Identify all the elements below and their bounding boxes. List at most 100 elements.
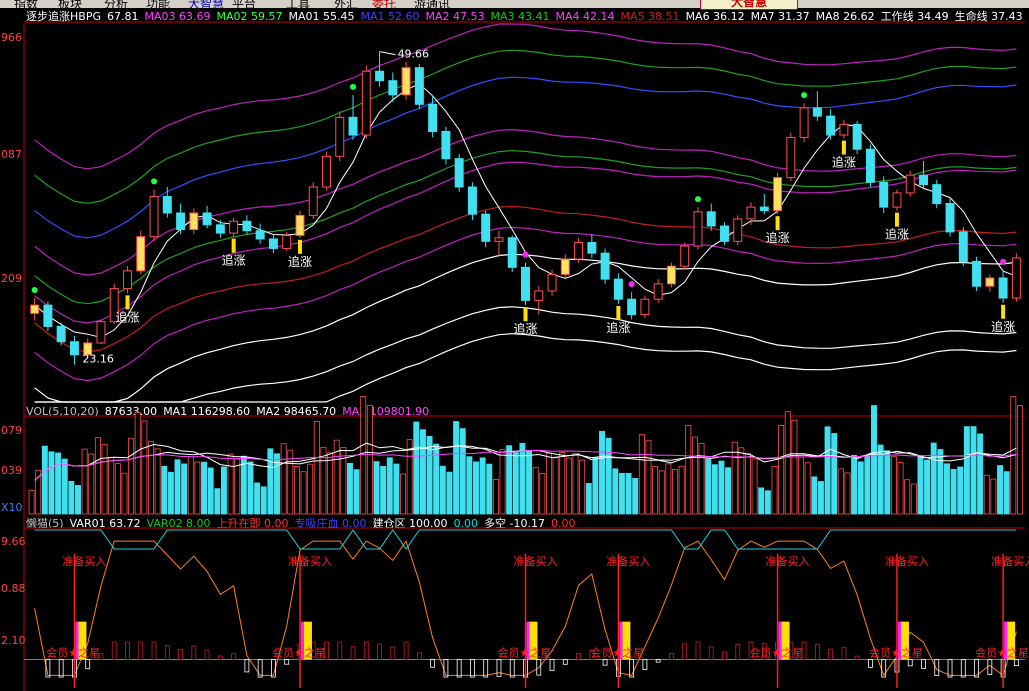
prepare-buy-label: 准备买入 <box>288 554 332 568</box>
volume-bar <box>327 452 334 515</box>
volume-bar <box>970 426 977 515</box>
chase-signal-label: 追涨 <box>116 309 140 324</box>
candle-body <box>733 218 743 242</box>
volume-bar <box>466 456 473 515</box>
volume-bar <box>75 485 81 515</box>
volume-bar <box>459 428 466 515</box>
star-label: 会员★之星 <box>869 645 923 659</box>
candle-body <box>242 220 252 232</box>
chase-signal-bar <box>616 305 621 320</box>
histogram-bar <box>85 659 91 670</box>
chase-signal-bar <box>775 216 780 231</box>
volume-bar <box>824 426 831 515</box>
volume-bar <box>94 437 101 515</box>
histogram-bar <box>562 659 568 665</box>
volume-bar <box>698 443 705 515</box>
volume-bar <box>884 450 891 515</box>
volume-bar <box>837 468 844 515</box>
moving-average-line <box>34 23 1017 170</box>
volume-bar <box>181 463 188 515</box>
candle-body <box>812 107 822 117</box>
prepare-buy-label: 准备买入 <box>62 554 106 568</box>
chase-signal-label: 追涨 <box>288 254 312 269</box>
volume-bar <box>771 465 778 515</box>
candle-body <box>693 211 703 247</box>
candle-body <box>136 236 146 272</box>
volume-bar <box>904 479 911 515</box>
volume-bar <box>944 463 950 515</box>
low-price-label: 23.16 <box>82 353 114 366</box>
histogram-bar <box>549 659 555 672</box>
candle-body <box>295 214 305 236</box>
histogram-bar <box>695 641 701 660</box>
candle-body <box>826 115 836 136</box>
volume-bar <box>691 436 698 515</box>
volume-bar <box>393 463 400 515</box>
volume-bar <box>784 411 791 515</box>
histogram-bar <box>669 653 674 660</box>
chase-signal-bar <box>894 212 899 227</box>
volume-bar <box>114 463 121 515</box>
volume-bar <box>453 421 460 515</box>
volume-bar <box>194 461 201 515</box>
volume-bar <box>990 478 997 515</box>
stock-chart[interactable]: 准备买入会员★之星 准备买入会员★之星 准备买入会员★之星 准备买入会员★之星 准备买入… <box>0 0 1029 691</box>
volume-bar <box>406 439 413 515</box>
chase-signal-bar <box>523 307 528 322</box>
candle-body <box>361 70 371 136</box>
candle-body <box>215 224 225 234</box>
volume-bar <box>147 441 154 515</box>
prepare-buy-label: 准备买入 <box>766 554 810 568</box>
candle-body <box>282 234 292 249</box>
volume-bar <box>254 482 261 515</box>
volume-bar <box>260 486 267 515</box>
axis-tick-label: 079 <box>1 424 22 437</box>
volume-bar <box>897 461 904 515</box>
volume-bar <box>963 426 970 515</box>
prepare-buy-label: 准备买入 <box>885 554 929 568</box>
volume-bar <box>778 425 785 515</box>
volume-bar <box>1003 471 1010 515</box>
volume-bar <box>280 443 287 515</box>
candle-body <box>653 283 663 300</box>
volume-bar <box>373 461 380 515</box>
candle-body <box>507 237 517 268</box>
candle-body <box>547 273 557 292</box>
histogram-bar <box>470 659 475 678</box>
candle-body <box>441 130 451 160</box>
chase-signal-bar <box>297 239 302 254</box>
star-label: 会员★之星 <box>498 645 552 659</box>
volume-bar <box>599 430 606 515</box>
volume-bar <box>512 450 519 515</box>
volume-bar <box>174 459 181 515</box>
volume-bar <box>685 424 692 515</box>
histogram-bar <box>602 659 608 666</box>
histogram-bar <box>960 659 966 678</box>
volume-bar <box>665 463 672 515</box>
histogram-bar <box>350 646 356 660</box>
histogram-bar <box>257 659 263 678</box>
volume-bar <box>957 466 964 515</box>
histogram-bar <box>217 655 223 660</box>
signal-dot <box>31 287 38 294</box>
volume-bar <box>705 458 712 515</box>
volume-bar <box>930 442 937 515</box>
star-label: 会员★之星 <box>590 645 644 659</box>
axis-tick-label: 2.10 <box>1 634 26 647</box>
volume-bar <box>201 461 207 515</box>
candle-body <box>335 116 345 157</box>
candle-body <box>494 237 504 242</box>
upper-band-line <box>34 529 1017 550</box>
histogram-bar <box>377 643 382 660</box>
chase-signal-label: 追涨 <box>606 320 630 335</box>
candle-body <box>30 304 40 314</box>
candle-body <box>467 186 477 215</box>
histogram-bar <box>841 646 847 660</box>
star-label: 会员★之星 <box>975 645 1029 659</box>
volume-bar <box>108 456 115 515</box>
volume-bar <box>625 472 632 515</box>
histogram-bar <box>363 641 369 660</box>
volume-bar <box>141 420 148 515</box>
candle-body <box>428 103 438 132</box>
volume-bar <box>499 449 506 515</box>
